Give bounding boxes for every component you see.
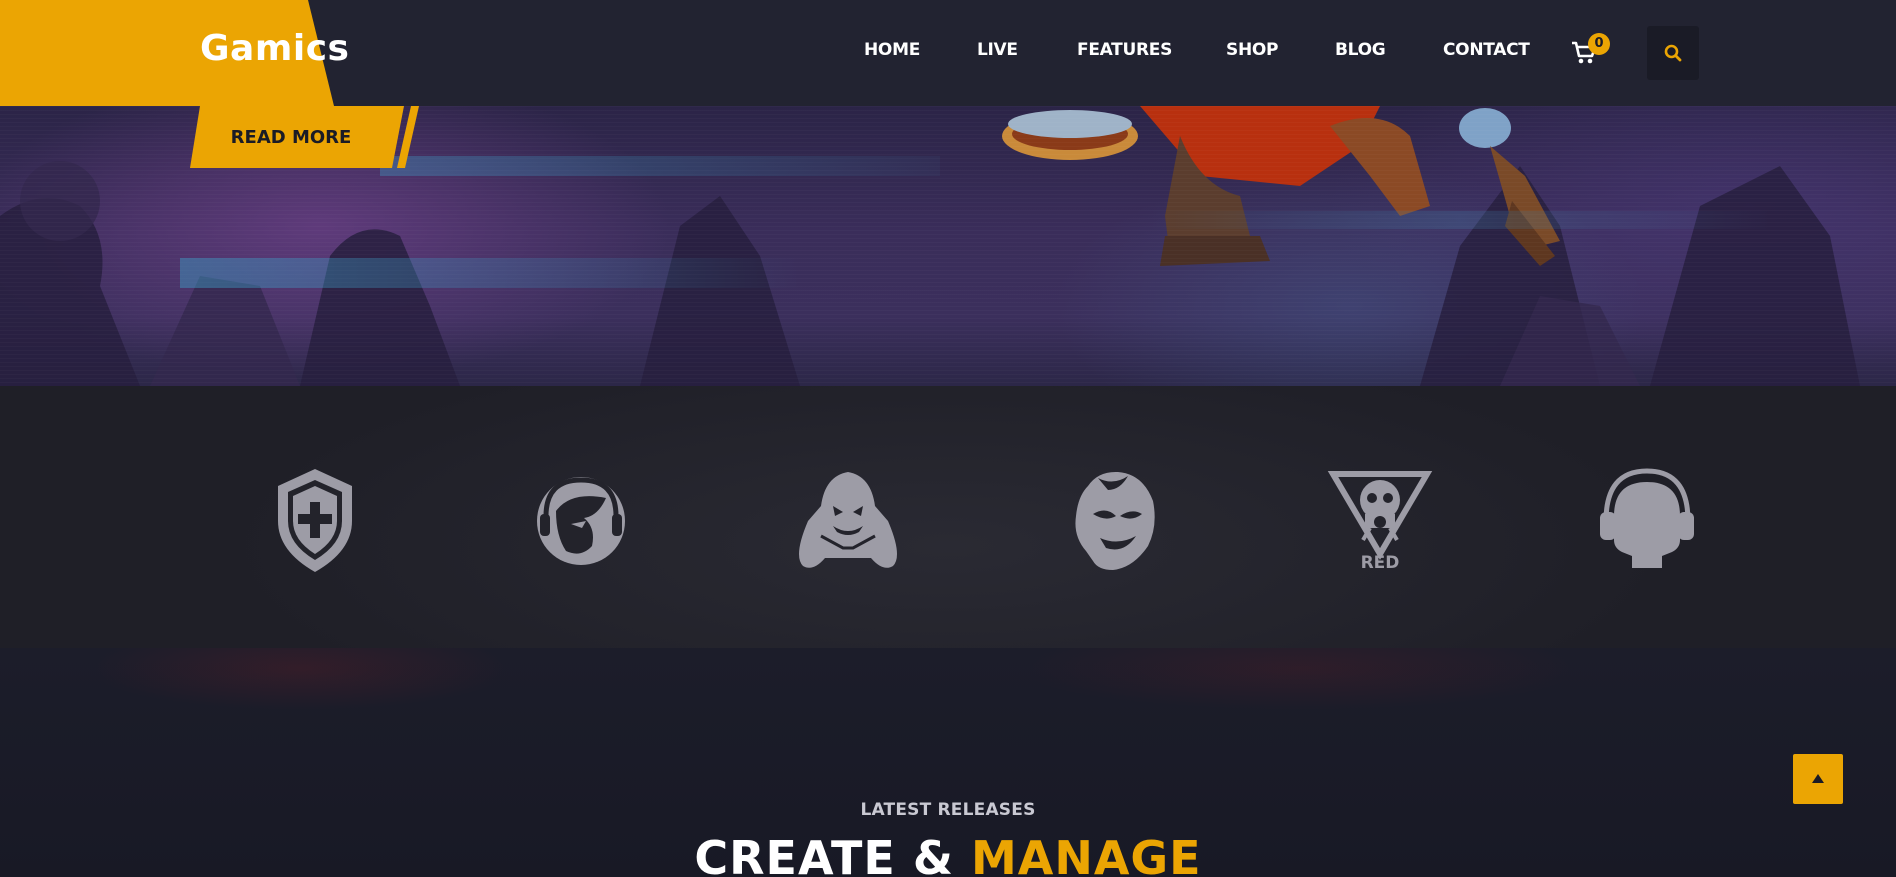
section-title: CREATE & MANAGE: [0, 831, 1896, 877]
title-accent: MANAGE: [970, 831, 1202, 877]
site-logo[interactable]: Gamics: [200, 28, 349, 69]
light-streak: [380, 156, 940, 176]
brand-logos-strip: RED: [0, 386, 1896, 648]
nav-contact[interactable]: CONTACT: [1443, 40, 1530, 60]
latest-releases-section: LATEST RELEASES CREATE & MANAGE: [0, 648, 1896, 877]
gamepad-ghost-icon[interactable]: [793, 466, 903, 576]
red-skull-gasmask-icon[interactable]: RED: [1325, 466, 1435, 576]
cart-count-badge: 0: [1588, 33, 1610, 55]
devil-mascot-icon[interactable]: [1058, 466, 1168, 576]
headset-gamer-icon[interactable]: [526, 466, 636, 576]
nav-blog[interactable]: BLOG: [1335, 40, 1386, 60]
read-more-button[interactable]: READ MORE: [190, 106, 404, 168]
scroll-to-top-button[interactable]: [1793, 754, 1843, 804]
nav-home[interactable]: HOME: [864, 40, 920, 60]
nav-features[interactable]: FEATURES: [1077, 40, 1172, 60]
title-part1: CREATE &: [694, 831, 971, 877]
shield-cross-icon[interactable]: [260, 466, 370, 576]
arrow-up-icon: [1812, 774, 1824, 783]
nav-live[interactable]: LIVE: [977, 40, 1018, 60]
site-header: Gamics HOME LIVE FEATURES SHOP BLOG CONT…: [0, 0, 1896, 106]
light-streak: [180, 258, 800, 288]
section-subtitle: LATEST RELEASES: [860, 800, 1036, 820]
headset-head-icon[interactable]: [1592, 466, 1702, 576]
search-button[interactable]: [1647, 26, 1699, 80]
nav-shop[interactable]: SHOP: [1226, 40, 1278, 60]
light-streak: [1150, 211, 1770, 229]
brand-red-text: RED: [1361, 553, 1400, 573]
search-icon: [1664, 44, 1682, 62]
